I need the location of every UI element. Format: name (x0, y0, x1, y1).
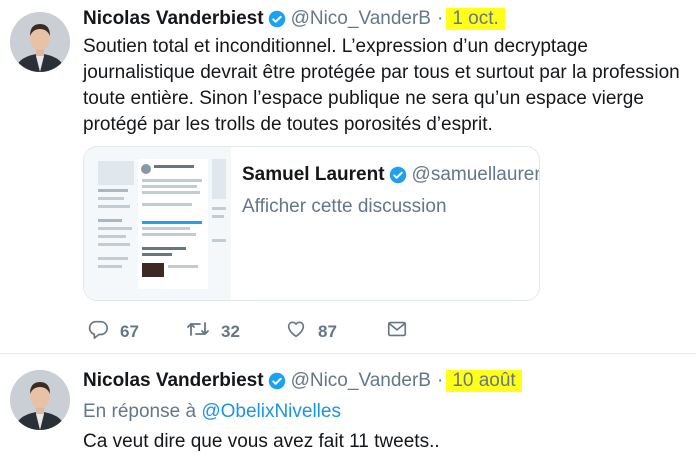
author-handle[interactable]: @Nico_VanderB (291, 8, 431, 30)
reply-icon (87, 318, 109, 345)
quoted-author-handle: @samuellaurent (411, 164, 540, 185)
quoted-author-name: Samuel Laurent (242, 164, 385, 185)
verified-badge-icon (268, 10, 286, 28)
tweet-timestamp[interactable]: 10 août (446, 370, 522, 392)
quoted-tweet-card[interactable]: Samuel Laurent @samuellaurent Afficher c… (83, 146, 540, 301)
author-handle[interactable]: @Nico_VanderB (291, 370, 431, 392)
reply-prefix: En réponse à (83, 401, 197, 422)
retweet-button[interactable]: 32 (186, 318, 240, 345)
tweet-header: Nicolas Vanderbiest @Nico_VanderB · 10 a… (83, 368, 522, 394)
show-thread-link[interactable]: Afficher cette discussion (242, 196, 447, 218)
tweet-header: Nicolas Vanderbiest @Nico_VanderB · 1 oc… (83, 6, 505, 32)
tweet-actions: 67 32 87 (83, 318, 423, 348)
reply-mention-link[interactable]: @ObelixNivelles (201, 401, 341, 422)
reply-count: 67 (120, 321, 139, 341)
quoted-tweet-thumbnail (84, 147, 231, 300)
verified-badge-icon (389, 166, 407, 184)
quoted-tweet-header: Samuel Laurent @samuellaurent (242, 164, 540, 186)
author-name[interactable]: Nicolas Vanderbiest (83, 370, 264, 392)
mail-icon (386, 318, 408, 345)
retweet-count: 32 (221, 321, 240, 341)
retweet-icon (186, 318, 210, 345)
verified-badge-icon (268, 372, 286, 390)
heart-icon (285, 318, 307, 345)
header-separator: · (436, 8, 444, 29)
author-name[interactable]: Nicolas Vanderbiest (83, 8, 264, 30)
avatar[interactable] (10, 12, 70, 72)
header-separator: · (436, 370, 444, 391)
avatar[interactable] (10, 370, 70, 430)
reply-context: En réponse à @ObelixNivelles (83, 401, 341, 423)
tweet-timestamp[interactable]: 1 oct. (446, 8, 505, 30)
tweet[interactable]: Nicolas Vanderbiest @Nico_VanderB · 1 oc… (0, 0, 696, 353)
tweet[interactable]: Nicolas Vanderbiest @Nico_VanderB · 10 a… (0, 354, 696, 460)
like-count: 87 (318, 321, 337, 341)
like-button[interactable]: 87 (285, 318, 337, 345)
direct-message-button[interactable] (386, 318, 408, 345)
tweet-text: Soutien total et inconditionnel. L’expre… (83, 36, 680, 135)
reply-button[interactable]: 67 (87, 318, 139, 345)
tweet-text: Ca veut dire que vous avez fait 11 tweet… (83, 431, 440, 452)
